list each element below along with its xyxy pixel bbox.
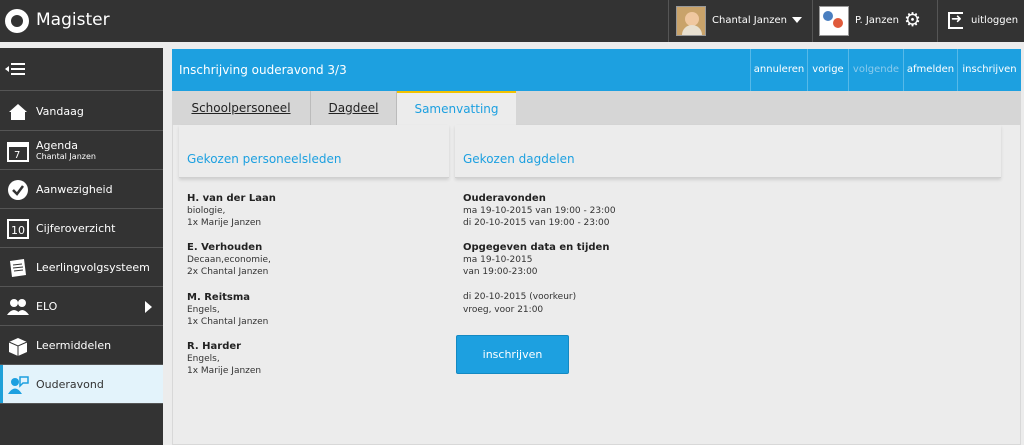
calendar-day: 7 (14, 150, 20, 161)
house-icon (9, 104, 27, 120)
box-icon (8, 338, 28, 356)
staff-section-header: Gekozen personeelsleden (179, 125, 449, 178)
staff-name: R. Harder (187, 341, 242, 352)
staff-name: M. Reitsma (187, 292, 251, 303)
sidebar: Vandaag 7 Agenda Chantal Janzen Aanwezig… (0, 48, 163, 445)
summary-panel: Gekozen personeelsleden H. van der Laan … (172, 125, 1021, 445)
collapse-menu-button[interactable] (0, 48, 163, 91)
staff-subject: Engels, (187, 305, 220, 315)
divider (668, 0, 669, 42)
grade-number: 10 (11, 224, 25, 237)
signout-button[interactable]: afmelden (903, 49, 957, 91)
staff-name: H. van der Laan (187, 193, 276, 204)
given-time-line: vroeg, voor 21:00 (463, 305, 544, 315)
evening-line: ma 19-10-2015 van 19:00 - 23:00 (463, 206, 616, 216)
sidebar-item-leerlingvolgsysteem[interactable]: Leerlingvolgsysteem (0, 248, 163, 287)
top-bar: Magister Chantal Janzen P. Janzen ⚙ uitl… (0, 0, 1024, 42)
user-name[interactable]: Chantal Janzen (712, 15, 787, 26)
sidebar-item-leermiddelen[interactable]: Leermiddelen (0, 326, 163, 365)
wizard-header: Inschrijving ouderavond 3/3 annuleren vo… (172, 49, 1021, 91)
sidebar-item-aanwezigheid[interactable]: Aanwezigheid (0, 170, 163, 209)
divider (812, 0, 813, 42)
grade-icon: 10 (7, 219, 29, 239)
sidebar-item-cijferoverzicht[interactable]: 10 Cijferoverzicht (0, 209, 163, 248)
previous-button[interactable]: vorige (807, 49, 848, 91)
logout-icon[interactable] (948, 12, 963, 29)
sidebar-item-label: Aanwezigheid (36, 183, 113, 196)
parent-avatar[interactable] (819, 6, 849, 36)
sidebar-item-ouderavond[interactable]: Ouderavond (0, 365, 163, 404)
next-button[interactable]: volgende (848, 49, 903, 91)
daypart-section-header: Gekozen dagdelen (455, 125, 1001, 178)
sidebar-item-label: Agenda (36, 139, 78, 152)
enroll-header-button[interactable]: inschrijven (957, 49, 1021, 91)
chevron-down-icon[interactable] (792, 17, 802, 23)
parents-evening-icon (8, 376, 29, 394)
given-time-line: van 19:00-23:00 (463, 267, 538, 277)
staff-count: 1x Marije Janzen (187, 366, 262, 376)
cancel-button[interactable]: annuleren (750, 49, 807, 91)
notebook-icon (10, 259, 26, 277)
check-icon (8, 180, 28, 200)
tab-samenvatting[interactable]: Samenvatting (397, 91, 516, 125)
users-icon (7, 299, 29, 315)
sidebar-item-label: Cijferoverzicht (36, 222, 116, 235)
staff-count: 2x Chantal Janzen (187, 267, 269, 277)
staff-subject: biologie, (187, 206, 226, 216)
chevron-right-icon (145, 301, 152, 313)
parent-avatar-figure (823, 11, 833, 21)
sidebar-item-label: Vandaag (36, 105, 84, 118)
daypart-section-title: Gekozen dagdelen (463, 152, 575, 166)
staff-subject: Engels, (187, 354, 220, 364)
staff-count: 1x Chantal Janzen (187, 317, 269, 327)
evening-line: di 20-10-2015 van 19:00 - 23:00 (463, 218, 610, 228)
app-title: Magister (36, 10, 110, 30)
sidebar-item-label: Leermiddelen (36, 339, 112, 352)
sidebar-item-label: Ouderavond (36, 378, 104, 391)
gear-icon[interactable]: ⚙ (904, 11, 923, 30)
magister-logo-icon[interactable] (5, 9, 29, 33)
user-avatar[interactable] (676, 6, 706, 36)
parent-name[interactable]: P. Janzen (855, 15, 899, 26)
given-dates-title: Opgegeven data en tijden (463, 242, 610, 253)
enroll-button[interactable]: inschrijven (456, 335, 569, 374)
sidebar-item-vandaag[interactable]: Vandaag (0, 92, 163, 131)
calendar-icon: 7 (7, 142, 29, 162)
collapse-menu-icon (5, 63, 25, 76)
sidebar-item-sublabel: Chantal Janzen (36, 152, 96, 161)
parent-avatar-figure (833, 18, 843, 28)
page-title: Inschrijving ouderavond 3/3 (179, 63, 347, 77)
given-date-line: ma 19-10-2015 (463, 255, 533, 265)
given-date-line: di 20-10-2015 (voorkeur) (463, 292, 577, 302)
staff-count: 1x Marije Janzen (187, 218, 262, 228)
sidebar-item-agenda[interactable]: 7 Agenda Chantal Janzen (0, 131, 163, 170)
tab-dagdeel[interactable]: Dagdeel (311, 91, 397, 125)
staff-section-title: Gekozen personeelsleden (187, 152, 342, 166)
tab-schoolpersoneel[interactable]: Schoolpersoneel (172, 91, 311, 125)
evenings-title: Ouderavonden (463, 193, 546, 204)
divider (937, 0, 938, 42)
sidebar-item-label: ELO (36, 300, 58, 313)
tab-bar: Schoolpersoneel Dagdeel Samenvatting (172, 91, 1021, 125)
staff-name: E. Verhouden (187, 242, 263, 253)
staff-subject: Decaan,economie, (187, 255, 271, 265)
logout-button[interactable]: uitloggen (971, 15, 1018, 26)
sidebar-item-elo[interactable]: ELO (0, 287, 163, 326)
sidebar-item-label: Leerlingvolgsysteem (36, 261, 150, 274)
